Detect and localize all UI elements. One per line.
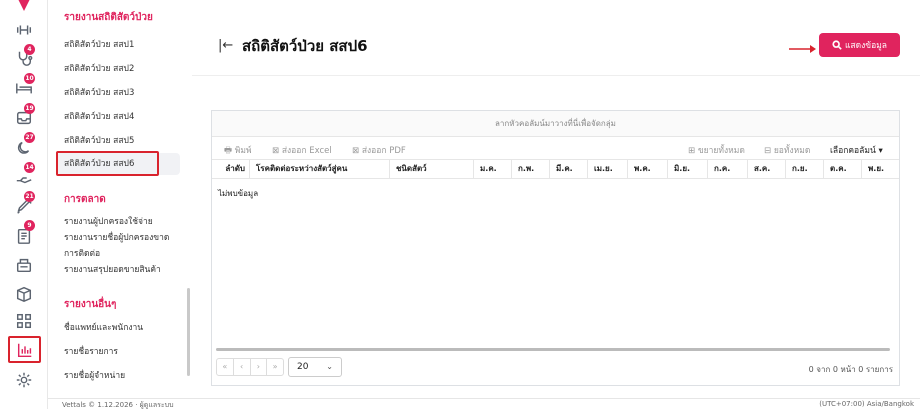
settings-gear-icon[interactable] <box>14 370 34 390</box>
export-pdf-label: ส่งออก PDF <box>361 146 406 156</box>
collapse-left-icon[interactable]: |← <box>218 38 233 53</box>
cash-register-icon[interactable] <box>14 255 34 275</box>
report-menu: รายงานสถิติสัตว์ป่วย สถิติสัตว์ป่วย สสป1… <box>48 0 192 398</box>
section-title-others: รายงานอื่นๆ <box>64 299 117 310</box>
show-data-label: แสดงข้อมูล <box>844 41 888 51</box>
first-page-icon[interactable]: « <box>217 359 234 375</box>
empty-message: ไม่พบข้อมูล <box>218 189 259 198</box>
menu-item-stat-6[interactable]: สถิติสัตว์ป่วย สสป6 <box>64 156 134 172</box>
menu-item-owner-no-contact-line2[interactable]: การติดต่อ <box>64 246 100 262</box>
menu-item-owner-spending[interactable]: รายงานผู้ปกครองใช้จ่าย <box>64 214 153 230</box>
pager-nav: « ‹ › » <box>216 358 284 376</box>
page-size-select[interactable]: 20 ⌄ <box>288 357 342 377</box>
badge-bed: 10 <box>24 73 35 84</box>
menu-item-stat-3[interactable]: สถิติสัตว์ป่วย สสป3 <box>64 85 134 101</box>
menu-item-sales-summary[interactable]: รายงานสรุปยอดขายสินค้า <box>64 262 161 278</box>
menu-item-stat-2[interactable]: สถิติสัตว์ป่วย สสป2 <box>64 61 134 77</box>
grid-header-row: ลำดับ โรคติดต่อระหว่างสัตว์สู่คน ชนิดสัต… <box>212 159 899 179</box>
export-excel-label: ส่งออก Excel <box>281 146 332 156</box>
horizontal-scrollbar[interactable] <box>216 348 890 351</box>
collapse-all-label: ยอทั้งหมด <box>773 146 811 156</box>
footer-left: Vettals © 1.12.2026 · ผู้ดูแลระบบ <box>62 401 174 409</box>
col-header-mar[interactable]: มี.ค. <box>550 160 588 178</box>
col-header-jul[interactable]: ก.ค. <box>708 160 748 178</box>
barbell-icon[interactable] <box>14 20 34 40</box>
badge-stethoscope: 4 <box>24 44 35 55</box>
box-icon[interactable] <box>14 284 34 304</box>
print-button[interactable]: 🖶 พิมพ์ <box>224 143 252 159</box>
menu-item-owner-no-contact[interactable]: รายงานรายชื่อผู้ปกครองขาด <box>64 230 169 246</box>
main-content: |← สถิติสัตว์ป่วย สสป6 แสดงข้อมูล ลากหัว… <box>192 6 920 398</box>
page-title: สถิติสัตว์ป่วย สสป6 <box>242 37 368 55</box>
chevron-down-icon: ⌄ <box>326 362 333 371</box>
app-logo[interactable] <box>14 0 34 14</box>
show-data-button[interactable]: แสดงข้อมูล <box>819 33 900 57</box>
col-header-aug[interactable]: ส.ค. <box>748 160 786 178</box>
menu-item-stat-4[interactable]: สถิติสัตว์ป่วย สสป4 <box>64 109 134 125</box>
page-size-value: 20 <box>297 362 309 372</box>
badge-inbox: 19 <box>24 103 35 114</box>
menu-item-item-list[interactable]: รายชื่อรายการ <box>64 344 118 360</box>
col-header-nov[interactable]: พ.ย. <box>862 160 899 178</box>
badge-syringe: 21 <box>24 191 35 202</box>
col-header-index[interactable]: ลำดับ <box>212 160 250 178</box>
export-excel-button[interactable]: ⊠ ส่งออก Excel <box>272 143 332 157</box>
column-chooser-label: เลือกคอลัมน์ <box>830 146 876 156</box>
footer: Vettals © 1.12.2026 · ผู้ดูแลระบบ (UTC+0… <box>48 398 920 409</box>
expand-all-label: ขยายทั้งหมด <box>697 146 745 156</box>
badge-clipboard: 9 <box>24 220 35 231</box>
col-header-jan[interactable]: ม.ค. <box>474 160 512 178</box>
col-header-species[interactable]: ชนิดสัตว์ <box>390 160 474 178</box>
section-title-marketing: การตลาด <box>64 194 106 205</box>
menu-item-staff-names[interactable]: ชื่อแพทย์และพนักงาน <box>64 320 143 336</box>
footer-right: (UTC+07:00) Asia/Bangkok <box>819 400 914 408</box>
report-grid: ลากหัวคอลัมน์มาวางที่นี่เพื่อจัดกลุ่ม 🖶 … <box>211 110 900 386</box>
menu-item-stat-5[interactable]: สถิติสัตว์ป่วย สสป5 <box>64 133 134 149</box>
section-title-partial: รายงานสถิติสัตว์ป่วย <box>64 12 153 23</box>
print-label: พิมพ์ <box>234 146 252 156</box>
badge-hand: 14 <box>24 162 35 173</box>
page-info: 0 จาก 0 หน้า 0 รายการ <box>808 365 893 374</box>
col-header-may[interactable]: พ.ค. <box>628 160 668 178</box>
menu-item-stat-1[interactable]: สถิติสัตว์ป่วย สสป1 <box>64 37 134 53</box>
next-page-icon[interactable]: › <box>251 359 268 375</box>
col-header-feb[interactable]: ก.พ. <box>512 160 550 178</box>
pointer-arrow-icon <box>789 45 816 53</box>
col-header-apr[interactable]: เม.ย. <box>588 160 628 178</box>
icon-rail: 4 10 19 27 14 21 9 <box>0 0 48 409</box>
reports-chart-icon[interactable] <box>8 336 41 363</box>
menu-item-suppliers[interactable]: รายชื่อผู้จำหน่าย <box>64 368 125 384</box>
last-page-icon[interactable]: » <box>267 359 283 375</box>
badge-moon: 27 <box>24 132 35 143</box>
collapse-all-button[interactable]: ⊟ ยอทั้งหมด <box>764 143 810 157</box>
page-header: |← สถิติสัตว์ป่วย สสป6 แสดงข้อมูล <box>192 6 920 76</box>
column-chooser-button[interactable]: เลือกคอลัมน์ ▾ <box>830 143 883 157</box>
col-header-oct[interactable]: ต.ค. <box>824 160 862 178</box>
col-header-sep[interactable]: ก.ย. <box>786 160 824 178</box>
search-icon <box>832 40 842 50</box>
expand-all-button[interactable]: ⊞ ขยายทั้งหมด <box>688 143 745 157</box>
col-header-zoonosis[interactable]: โรคติดต่อระหว่างสัตว์สู่คน <box>250 160 390 178</box>
group-panel[interactable]: ลากหัวคอลัมน์มาวางที่นี่เพื่อจัดกลุ่ม <box>212 111 899 137</box>
col-header-jun[interactable]: มิ.ย. <box>668 160 708 178</box>
prev-page-icon[interactable]: ‹ <box>234 359 251 375</box>
menu-scrollbar[interactable] <box>187 288 190 376</box>
apps-grid-icon[interactable] <box>14 311 34 331</box>
grid-toolbar: 🖶 พิมพ์ ⊠ ส่งออก Excel ⊠ ส่งออก PDF ⊞ ขย… <box>212 137 899 159</box>
export-pdf-button[interactable]: ⊠ ส่งออก PDF <box>352 143 406 157</box>
